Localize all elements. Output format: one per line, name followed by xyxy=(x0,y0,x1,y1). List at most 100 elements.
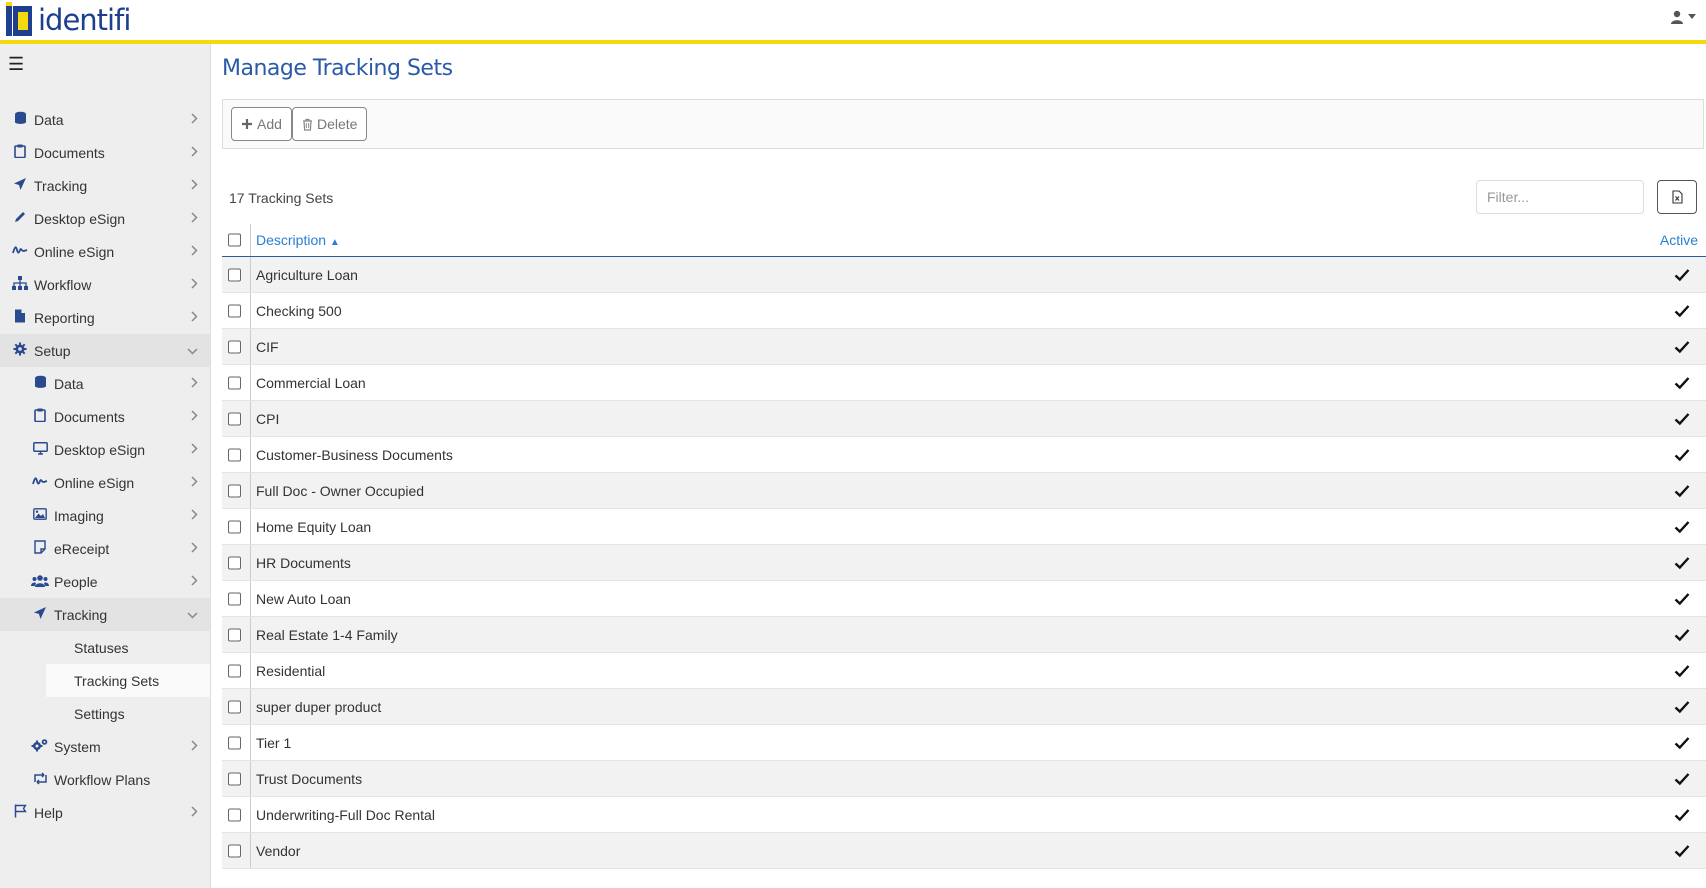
row-checkbox[interactable] xyxy=(228,412,241,425)
table-row[interactable]: super duper product xyxy=(222,689,1706,725)
row-checkbox[interactable] xyxy=(228,448,241,461)
database-icon xyxy=(10,111,30,128)
delete-button[interactable]: Delete xyxy=(292,107,368,141)
table-row[interactable]: Home Equity Loan xyxy=(222,509,1706,545)
logo[interactable]: identifi xyxy=(6,2,131,37)
check-icon xyxy=(1674,448,1690,461)
sidebar-item-tracking[interactable]: Tracking xyxy=(0,169,210,202)
row-checkbox[interactable] xyxy=(228,520,241,533)
description-cell: CIF xyxy=(256,338,279,355)
table-row[interactable]: Trust Documents xyxy=(222,761,1706,797)
sidebar-item-online-esign[interactable]: Online eSign xyxy=(0,235,210,268)
nav-label: eReceipt xyxy=(54,540,110,557)
row-checkbox[interactable] xyxy=(228,592,241,605)
sidebar-item-documents[interactable]: Documents xyxy=(0,136,210,169)
row-checkbox[interactable] xyxy=(228,484,241,497)
table-row[interactable]: Real Estate 1-4 Family xyxy=(222,617,1706,653)
filter-input[interactable]: Filter... xyxy=(1476,180,1644,214)
setup-item-people[interactable]: People xyxy=(0,565,210,598)
export-excel-button[interactable] xyxy=(1657,180,1697,214)
nav-label: Tracking xyxy=(54,606,108,623)
table-row[interactable]: Tier 1 xyxy=(222,725,1706,761)
row-checkbox[interactable] xyxy=(228,772,241,785)
nav-label: Data xyxy=(54,375,84,392)
row-checkbox[interactable] xyxy=(228,268,241,281)
check-icon xyxy=(1674,736,1690,749)
setup-item-online-esign[interactable]: Online eSign xyxy=(0,466,210,499)
check-icon xyxy=(1674,808,1690,821)
setup-item-system[interactable]: System xyxy=(0,730,210,763)
chevron-right-icon xyxy=(191,739,198,754)
table-row[interactable]: Customer-Business Documents xyxy=(222,437,1706,473)
setup-item-tracking[interactable]: Tracking xyxy=(0,598,210,631)
row-checkbox[interactable] xyxy=(228,556,241,569)
logo-mark xyxy=(6,2,32,36)
tracking-item-statuses[interactable]: Statuses xyxy=(0,631,210,664)
add-button[interactable]: Add xyxy=(231,107,292,141)
tracking-item-tracking-sets[interactable]: Tracking Sets xyxy=(46,664,210,697)
table-row[interactable]: Commercial Loan xyxy=(222,365,1706,401)
sidebar-item-reporting[interactable]: Reporting xyxy=(0,301,210,334)
table-row[interactable]: New Auto Loan xyxy=(222,581,1706,617)
check-icon xyxy=(1674,412,1690,425)
description-cell: Agriculture Loan xyxy=(256,266,358,283)
table-row[interactable]: Agriculture Loan xyxy=(222,257,1706,293)
tracking-sets-table: Description ▲ Active Agriculture Loan Ch… xyxy=(222,224,1706,869)
check-icon xyxy=(1674,376,1690,389)
setup-item-data[interactable]: Data xyxy=(0,367,210,400)
signature-icon xyxy=(10,244,30,259)
table-row[interactable]: Underwriting-Full Doc Rental xyxy=(222,797,1706,833)
chevron-right-icon xyxy=(191,409,198,424)
table-row[interactable]: Vendor xyxy=(222,833,1706,869)
setup-item-desktop-esign[interactable]: Desktop eSign xyxy=(0,433,210,466)
chevron-right-icon xyxy=(191,112,198,127)
nav-label: Imaging xyxy=(54,507,104,524)
row-checkbox[interactable] xyxy=(228,340,241,353)
row-checkbox[interactable] xyxy=(228,736,241,749)
table-row[interactable]: Residential xyxy=(222,653,1706,689)
table-row[interactable]: CPI xyxy=(222,401,1706,437)
check-icon xyxy=(1674,304,1690,317)
table-row[interactable]: HR Documents xyxy=(222,545,1706,581)
nav-label: Desktop eSign xyxy=(54,441,146,458)
nav-label: Documents xyxy=(34,144,105,161)
tracking-item-settings[interactable]: Settings xyxy=(0,697,210,730)
row-checkbox[interactable] xyxy=(228,808,241,821)
setup-item-ereceipt[interactable]: eReceipt xyxy=(0,532,210,565)
description-column-header[interactable]: Description ▲ xyxy=(256,232,340,248)
table-row[interactable]: CIF xyxy=(222,329,1706,365)
page-title: Manage Tracking Sets xyxy=(222,56,453,81)
row-checkbox[interactable] xyxy=(228,664,241,677)
sidebar-item-desktop-esign[interactable]: Desktop eSign xyxy=(0,202,210,235)
trash-icon xyxy=(303,118,312,131)
select-all-checkbox[interactable] xyxy=(228,233,241,247)
row-checkbox[interactable] xyxy=(228,628,241,641)
setup-item-documents[interactable]: Documents xyxy=(0,400,210,433)
check-icon xyxy=(1674,484,1690,497)
description-cell: HR Documents xyxy=(256,554,351,571)
nav-label: People xyxy=(54,573,98,590)
chevron-right-icon xyxy=(191,277,198,292)
chevron-right-icon xyxy=(191,508,198,523)
check-icon xyxy=(1674,592,1690,605)
setup-item-workflow-plans[interactable]: Workflow Plans xyxy=(0,763,210,796)
table-row[interactable]: Full Doc - Owner Occupied xyxy=(222,473,1706,509)
gears-icon xyxy=(30,738,50,755)
sidebar-item-data[interactable]: Data xyxy=(0,103,210,136)
row-checkbox[interactable] xyxy=(228,304,241,317)
description-cell: Tier 1 xyxy=(256,734,292,751)
sidebar-item-help[interactable]: Help xyxy=(0,796,210,829)
table-row[interactable]: Checking 500 xyxy=(222,293,1706,329)
row-checkbox[interactable] xyxy=(228,844,241,857)
sidebar-item-setup[interactable]: Setup xyxy=(0,334,210,367)
active-column-header[interactable]: Active xyxy=(1660,232,1698,248)
row-checkbox[interactable] xyxy=(228,700,241,713)
nav-label: Settings xyxy=(74,705,125,722)
row-checkbox[interactable] xyxy=(228,376,241,389)
user-menu[interactable] xyxy=(1670,10,1696,24)
hamburger-menu-icon[interactable]: ☰ xyxy=(8,54,24,75)
gear-icon xyxy=(10,342,30,359)
receipt-icon xyxy=(30,540,50,557)
sidebar-item-workflow[interactable]: Workflow xyxy=(0,268,210,301)
setup-item-imaging[interactable]: Imaging xyxy=(0,499,210,532)
